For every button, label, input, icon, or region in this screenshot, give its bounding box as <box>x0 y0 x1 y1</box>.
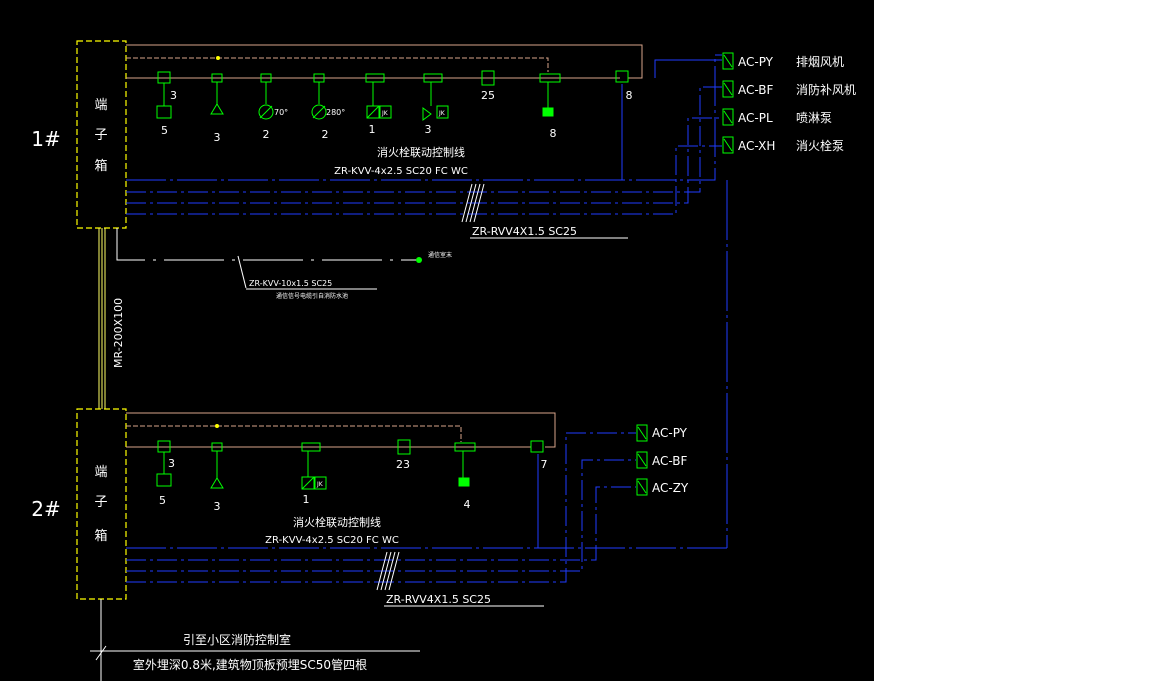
floor-1-device-heat-icon <box>615 70 629 83</box>
footer: 引至小区消防控制室 室外埋深0.8米,建筑物顶板预埋SC50管四根 <box>90 599 420 681</box>
floor-1-count-1: 3 <box>170 89 177 102</box>
floor-1-mark-jk-1: JK <box>381 110 389 117</box>
floor-1-count-8: 25 <box>481 89 495 102</box>
floor-2-modules: AC-PY AC-BF AC-ZY <box>636 424 689 496</box>
floor-1-module-ac-xh: AC-XH <box>738 139 775 153</box>
floor-2-mark-jk: JK <box>316 481 324 488</box>
floor-1-mark-70: 70° <box>274 108 288 117</box>
floor-2-count-3: 3 <box>214 500 221 513</box>
floor-1-device-valve-icon <box>422 107 432 121</box>
floor-1-module-ac-py-desc: 排烟风机 <box>796 55 844 69</box>
floor-1-count-2: 5 <box>161 124 168 137</box>
floor-1-count-9: 8 <box>550 127 557 140</box>
floor-1-device-light-icon <box>542 107 554 117</box>
floor-1-module-ac-pl: AC-PL <box>738 111 773 125</box>
floor-1-modules: AC-PY 排烟风机 AC-BF 消防补风机 AC-PL 喷淋泵 AC-XH 消… <box>722 52 856 154</box>
floor-1-box-char-1: 端 <box>94 98 107 113</box>
comm-branch: 通信室末 ZR-KVV-10x1.5 SC25 通信信号电缆引自消防水池 <box>116 228 452 300</box>
floor-1-box-char-2: 子 <box>94 128 107 143</box>
floor-2-count-5: 23 <box>396 458 410 471</box>
floor-2-module-ac-py: AC-PY <box>652 426 688 440</box>
floor-2-count-4: 1 <box>303 493 310 506</box>
floor-1-device-speaker-icon <box>210 103 224 115</box>
floor-2-count-6: 4 <box>464 498 471 511</box>
floor-1-module-ac-bf: AC-BF <box>738 83 774 97</box>
floor-2-device-phone-icon <box>156 473 172 487</box>
floor-1-count-3: 3 <box>214 131 221 144</box>
floor-1-mark-jk-2: JK <box>438 110 446 117</box>
floor-2-group: 2# 端 子 箱 3 5 3 1 23 4 7 JK 消火栓联动控制线 ZR-K… <box>31 408 727 607</box>
floor-2-box-char-2: 子 <box>94 495 107 510</box>
floor-2-module-ac-bf: AC-BF <box>652 454 688 468</box>
floor-2-rvv-spec: ZR-RVV4X1.5 SC25 <box>386 593 491 606</box>
floor-2-device-speaker-icon <box>210 477 224 489</box>
floor-1-label: 1# <box>31 127 60 151</box>
floor-2-count-2: 5 <box>159 494 166 507</box>
floor-1-cable-title: 消火栓联动控制线 <box>377 145 465 159</box>
floor-1-cable-spec: ZR-KVV-4x2.5 SC20 FC WC <box>334 166 468 177</box>
comm-branch-note: 通信信号电缆引自消防水池 <box>276 292 348 300</box>
footer-line-2: 室外埋深0.8米,建筑物顶板预埋SC50管四根 <box>133 657 367 672</box>
floor-2-count-7: 7 <box>541 458 548 471</box>
floor-1-count-6: 1 <box>369 123 376 136</box>
floor-1-module-ac-pl-desc: 喷淋泵 <box>796 111 832 125</box>
comm-branch-end-icon <box>416 257 422 263</box>
floor-2-count-1: 3 <box>168 457 175 470</box>
comm-branch-cable: ZR-KVV-10x1.5 SC25 <box>249 279 332 288</box>
floor-1-group: 1# 端 子 箱 3 5 3 2 2 1 3 25 8 8 70° 280° J… <box>31 40 856 239</box>
floor-1-device-phone-icon <box>156 105 172 119</box>
floor-2-device-light-icon <box>458 477 470 487</box>
floor-2-module-ac-zy: AC-ZY <box>652 481 689 495</box>
riser-label: MR-200X100 <box>112 298 125 368</box>
floor-1-bus-dashed <box>126 57 549 72</box>
fire-alarm-system-diagram: 1# 端 子 箱 3 5 3 2 2 1 3 25 8 8 70° 280° J… <box>31 40 856 681</box>
riser: MR-200X100 <box>98 180 728 548</box>
floor-1-box-char-3: 箱 <box>94 158 107 174</box>
floor-1-count-4: 2 <box>263 128 270 141</box>
floor-1-count-10: 8 <box>626 89 633 102</box>
footer-line-1: 引至小区消防控制室 <box>183 632 291 647</box>
floor-1-bus-outer <box>126 44 643 79</box>
floor-1-module-ac-bf-desc: 消防补风机 <box>796 82 856 97</box>
floor-2-cable-title: 消火栓联动控制线 <box>293 515 381 529</box>
floor-1-mark-280: 280° <box>326 108 345 117</box>
floor-2-box-char-1: 端 <box>94 465 107 480</box>
floor-1-module-ac-xh-desc: 消火栓泵 <box>796 138 844 153</box>
floor-1-bus-node <box>216 56 220 60</box>
floor-1-module-ac-py: AC-PY <box>738 55 774 69</box>
floor-1-count-5: 2 <box>322 128 329 141</box>
drawing-canvas: 1# 端 子 箱 3 5 3 2 2 1 3 25 8 8 70° 280° J… <box>0 0 874 681</box>
floor-1-rvv-spec: ZR-RVV4X1.5 SC25 <box>472 225 577 238</box>
comm-branch-end-label: 通信室末 <box>428 251 452 259</box>
floor-1-count-7: 3 <box>425 123 432 136</box>
floor-2-box-char-3: 箱 <box>94 528 107 544</box>
floor-2-device-heat-icon <box>530 440 544 453</box>
floor-2-label: 2# <box>31 497 60 521</box>
floor-2-cable-spec: ZR-KVV-4x2.5 SC20 FC WC <box>265 535 399 546</box>
